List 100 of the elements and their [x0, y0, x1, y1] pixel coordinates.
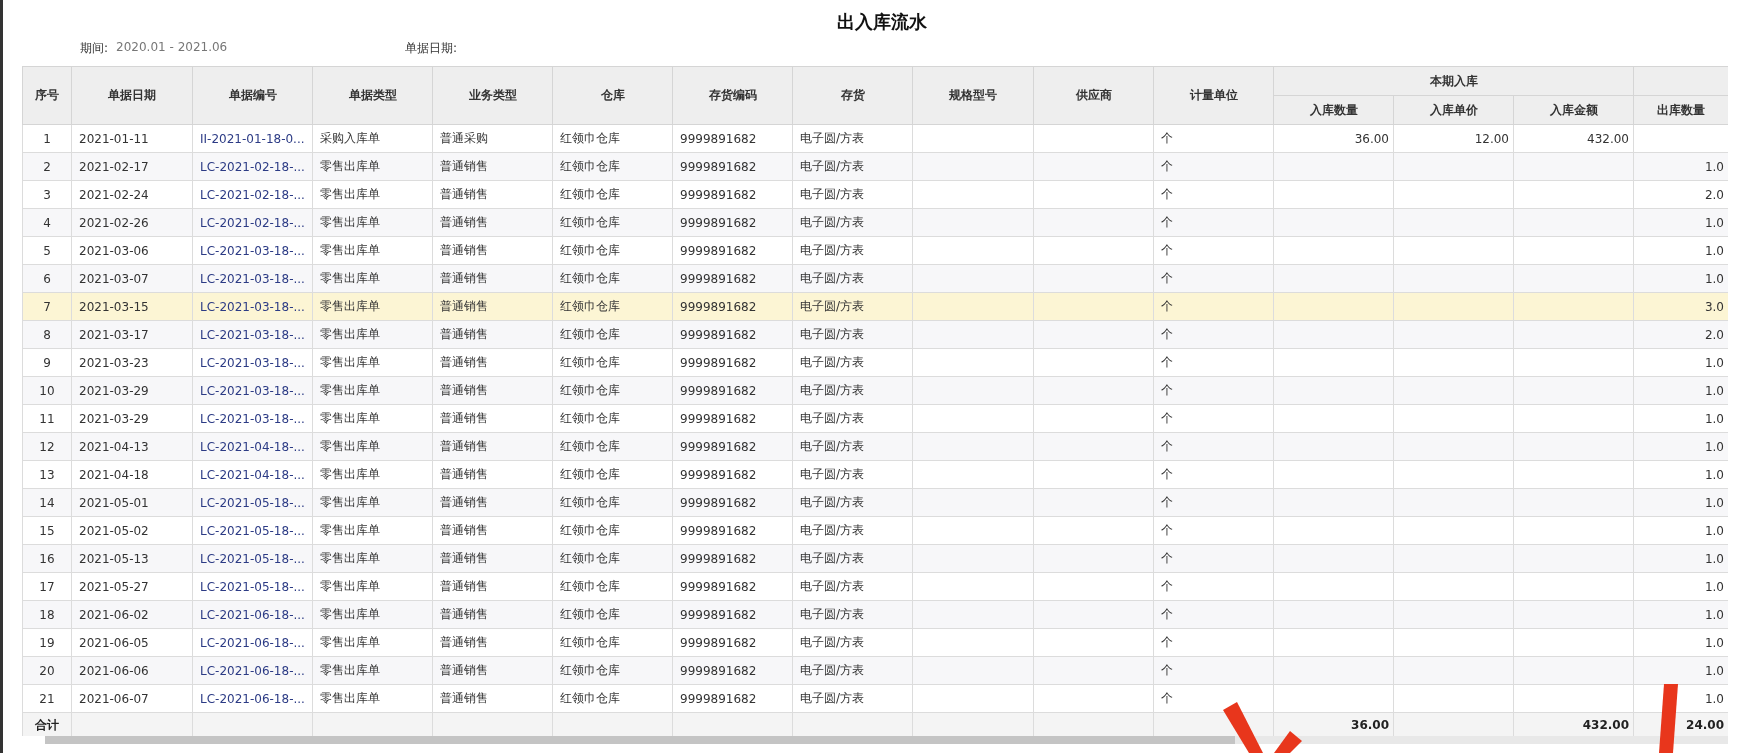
table-cell: 8 — [43, 327, 51, 342]
table-cell: 红领巾仓库 — [560, 663, 620, 677]
scrollbar-thumb[interactable] — [45, 736, 1235, 744]
total-label: 合计 — [35, 717, 59, 732]
table-cell: 16 — [39, 551, 55, 566]
table-row[interactable]: 11 2021-03-29 LC-2021-03-18-... 零售出库单 普通销售 红领巾仓库 9999891682 电子圆/方表 个 1.0 — [22, 404, 1728, 433]
table-cell: 普通销售 — [440, 271, 488, 285]
column-group-header: 本期入库 — [1273, 66, 1634, 96]
table-cell: 红领巾仓库 — [560, 439, 620, 453]
table-cell: 9999891682 — [680, 131, 757, 146]
table-cell: 零售出库单 — [320, 411, 380, 425]
table-cell: 零售出库单 — [320, 691, 380, 705]
table-row[interactable]: 16 2021-05-13 LC-2021-05-18-... 零售出库单 普通销售 红领巾仓库 9999891682 电子圆/方表 个 1.0 — [22, 544, 1728, 573]
table-cell: 零售出库单 — [320, 215, 380, 229]
total-value: 24.00 — [1686, 718, 1724, 732]
table-cell: 9999891682 — [680, 299, 757, 314]
table-cell: 普通销售 — [440, 327, 488, 341]
table-cell: 个 — [1161, 327, 1173, 341]
table-row[interactable]: 1 2021-01-11 II-2021-01-18-0... 采购入库单 普通采购 红领巾仓库 9999891682 电子圆/方表 个 36.00 12.00 432.00 — [22, 124, 1728, 153]
table-cell: 普通销售 — [440, 243, 488, 257]
table-cell: 零售出库单 — [320, 607, 380, 621]
table-cell: 14 — [39, 495, 55, 510]
column-header: 入库单价 — [1393, 95, 1514, 125]
table-cell: 9999891682 — [680, 159, 757, 174]
table-cell: 红领巾仓库 — [560, 383, 620, 397]
table-cell: 2021-03-29 — [79, 383, 149, 398]
table-cell: 零售出库单 — [320, 579, 380, 593]
table-cell: 个 — [1161, 187, 1173, 201]
table-cell: 红领巾仓库 — [560, 495, 620, 509]
table-cell: 2021-06-06 — [79, 663, 149, 678]
table-cell: 6 — [43, 271, 51, 286]
table-row[interactable]: 17 2021-05-27 LC-2021-05-18-... 零售出库单 普通销售 红领巾仓库 9999891682 电子圆/方表 个 1.0 — [22, 572, 1728, 601]
table-cell: 电子圆/方表 — [800, 691, 865, 705]
column-header: 单据编号 — [192, 66, 313, 125]
table-cell: 零售出库单 — [320, 383, 380, 397]
table-row[interactable]: 2 2021-02-17 LC-2021-02-18-... 零售出库单 普通销售 红领巾仓库 9999891682 电子圆/方表 个 1.0 — [22, 152, 1728, 181]
table-cell: 电子圆/方表 — [800, 523, 865, 537]
table-cell: 电子圆/方表 — [800, 467, 865, 481]
table-cell: 9999891682 — [680, 327, 757, 342]
column-header: 供应商 — [1033, 66, 1154, 125]
table-row[interactable]: 6 2021-03-07 LC-2021-03-18-... 零售出库单 普通销售 红领巾仓库 9999891682 电子圆/方表 个 1.0 — [22, 264, 1728, 293]
table-cell: 电子圆/方表 — [800, 635, 865, 649]
table-cell: 9999891682 — [680, 355, 757, 370]
table-row[interactable]: 14 2021-05-01 LC-2021-05-18-... 零售出库单 普通销售 红领巾仓库 9999891682 电子圆/方表 个 1.0 — [22, 488, 1728, 517]
table-cell: 2021-02-17 — [79, 159, 149, 174]
table-row[interactable]: 13 2021-04-18 LC-2021-04-18-... 零售出库单 普通销售 红领巾仓库 9999891682 电子圆/方表 个 1.0 — [22, 460, 1728, 489]
table-row[interactable]: 3 2021-02-24 LC-2021-02-18-... 零售出库单 普通销售 红领巾仓库 9999891682 电子圆/方表 个 2.0 — [22, 180, 1728, 209]
table-cell: 12.00 — [1474, 131, 1509, 146]
table-cell: 2021-03-17 — [79, 327, 149, 342]
table-cell: 电子圆/方表 — [800, 271, 865, 285]
horizontal-scrollbar[interactable] — [45, 736, 1728, 744]
table-cell: 红领巾仓库 — [560, 215, 620, 229]
table-cell: 红领巾仓库 — [560, 691, 620, 705]
table-cell: 2021-03-15 — [79, 299, 149, 314]
table-cell: 红领巾仓库 — [560, 607, 620, 621]
table-cell: 红领巾仓库 — [560, 187, 620, 201]
table-row[interactable]: 9 2021-03-23 LC-2021-03-18-... 零售出库单 普通销售 红领巾仓库 9999891682 电子圆/方表 个 1.0 — [22, 348, 1728, 377]
table-cell: 13 — [39, 467, 55, 482]
table-cell: 个 — [1161, 467, 1173, 481]
table-cell: 1.0 — [1704, 355, 1724, 370]
table-cell: 零售出库单 — [320, 243, 380, 257]
table-row[interactable]: 4 2021-02-26 LC-2021-02-18-... 零售出库单 普通销售 红领巾仓库 9999891682 电子圆/方表 个 1.0 — [22, 208, 1728, 237]
table-cell: 零售出库单 — [320, 635, 380, 649]
table-cell: 普通销售 — [440, 355, 488, 369]
table-cell: 红领巾仓库 — [560, 327, 620, 341]
column-header: 单据类型 — [312, 66, 433, 125]
table-cell: 7 — [43, 299, 51, 314]
table-row[interactable]: 12 2021-04-13 LC-2021-04-18-... 零售出库单 普通销售 红领巾仓库 9999891682 电子圆/方表 个 1.0 — [22, 432, 1728, 461]
table-cell: 2021-06-02 — [79, 607, 149, 622]
table-cell: 普通销售 — [440, 523, 488, 537]
table-row[interactable]: 5 2021-03-06 LC-2021-03-18-... 零售出库单 普通销售 红领巾仓库 9999891682 电子圆/方表 个 1.0 — [22, 236, 1728, 265]
hand-drawn-stroke — [1223, 702, 1263, 753]
table-cell: 电子圆/方表 — [800, 187, 865, 201]
table-cell: 个 — [1161, 495, 1173, 509]
table-cell: 零售出库单 — [320, 467, 380, 481]
table-cell: 零售出库单 — [320, 187, 380, 201]
table-cell: 1.0 — [1704, 383, 1724, 398]
table-cell: 2021-03-23 — [79, 355, 149, 370]
table-cell: 电子圆/方表 — [800, 551, 865, 565]
table-cell: 17 — [39, 579, 55, 594]
table-cell: 2021-03-07 — [79, 271, 149, 286]
column-header: 存货编码 — [672, 66, 793, 125]
table-row[interactable]: 15 2021-05-02 LC-2021-05-18-... 零售出库单 普通销售 红领巾仓库 9999891682 电子圆/方表 个 1.0 — [22, 516, 1728, 545]
table-row[interactable]: 18 2021-06-02 LC-2021-06-18-... 零售出库单 普通销售 红领巾仓库 9999891682 电子圆/方表 个 1.0 — [22, 600, 1728, 629]
table-cell: 12 — [39, 439, 55, 454]
table-cell: 电子圆/方表 — [800, 299, 865, 313]
table-row[interactable]: 8 2021-03-17 LC-2021-03-18-... 零售出库单 普通销售 红领巾仓库 9999891682 电子圆/方表 个 2.0 — [22, 320, 1728, 349]
total-value: 36.00 — [1351, 718, 1389, 732]
table-cell: 2021-03-06 — [79, 243, 149, 258]
hand-drawn-stroke — [1659, 684, 1678, 753]
table-cell: 1.0 — [1704, 159, 1724, 174]
table-row[interactable]: 21 2021-06-07 LC-2021-06-18-... 零售出库单 普通销售 红领巾仓库 9999891682 电子圆/方表 个 1.0 — [22, 684, 1728, 713]
table-row[interactable]: 7 2021-03-15 LC-2021-03-18-... 零售出库单 普通销售 红领巾仓库 9999891682 电子圆/方表 个 3.0 — [22, 292, 1728, 321]
table-row[interactable]: 20 2021-06-06 LC-2021-06-18-... 零售出库单 普通销售 红领巾仓库 9999891682 电子圆/方表 个 1.0 — [22, 656, 1728, 685]
table-row[interactable]: 10 2021-03-29 LC-2021-03-18-... 零售出库单 普通销售 红领巾仓库 9999891682 电子圆/方表 个 1.0 — [22, 376, 1728, 405]
table-cell: 普通销售 — [440, 467, 488, 481]
table-cell: 普通销售 — [440, 187, 488, 201]
table-cell: 9999891682 — [680, 495, 757, 510]
table-row[interactable]: 19 2021-06-05 LC-2021-06-18-... 零售出库单 普通销售 红领巾仓库 9999891682 电子圆/方表 个 1.0 — [22, 628, 1728, 657]
table-cell: 电子圆/方表 — [800, 159, 865, 173]
